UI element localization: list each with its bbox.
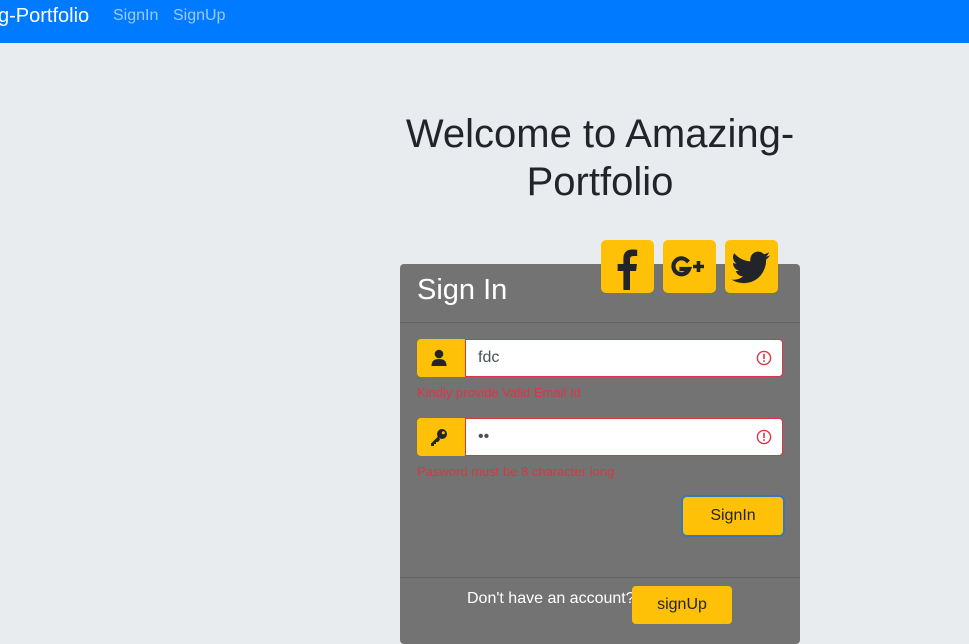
password-input-group: •• bbox=[417, 418, 783, 456]
card-title: Sign In bbox=[417, 274, 508, 306]
email-error: Kindly provide Valid Email Id bbox=[417, 385, 581, 400]
nav-link-signin[interactable]: SignIn bbox=[113, 7, 158, 25]
email-addon bbox=[417, 339, 465, 377]
welcome-heading: Welcome to Amazing-Portfolio bbox=[405, 112, 795, 204]
password-value: •• bbox=[478, 428, 490, 445]
signup-button[interactable]: signUp bbox=[632, 586, 732, 624]
password-field[interactable]: •• bbox=[465, 418, 783, 456]
google-plus-icon[interactable] bbox=[663, 240, 716, 293]
no-account-text: Don't have an account? bbox=[467, 590, 635, 607]
email-value: fdc bbox=[478, 349, 500, 366]
navbar: g-Portfolio SignIn SignUp bbox=[0, 0, 969, 43]
password-error: Pasword must be 8 character long bbox=[417, 464, 615, 479]
signin-button[interactable]: SignIn bbox=[683, 497, 783, 535]
user-icon bbox=[431, 349, 447, 366]
navbar-brand[interactable]: g-Portfolio bbox=[0, 5, 89, 28]
twitter-icon[interactable] bbox=[725, 240, 778, 293]
key-icon bbox=[431, 429, 447, 446]
nav-link-signup[interactable]: SignUp bbox=[173, 7, 225, 25]
email-input-group: fdc bbox=[417, 339, 783, 377]
error-icon bbox=[756, 429, 772, 445]
error-icon bbox=[756, 350, 772, 366]
password-addon bbox=[417, 418, 465, 456]
email-field[interactable]: fdc bbox=[465, 339, 783, 377]
facebook-icon[interactable] bbox=[601, 240, 654, 293]
